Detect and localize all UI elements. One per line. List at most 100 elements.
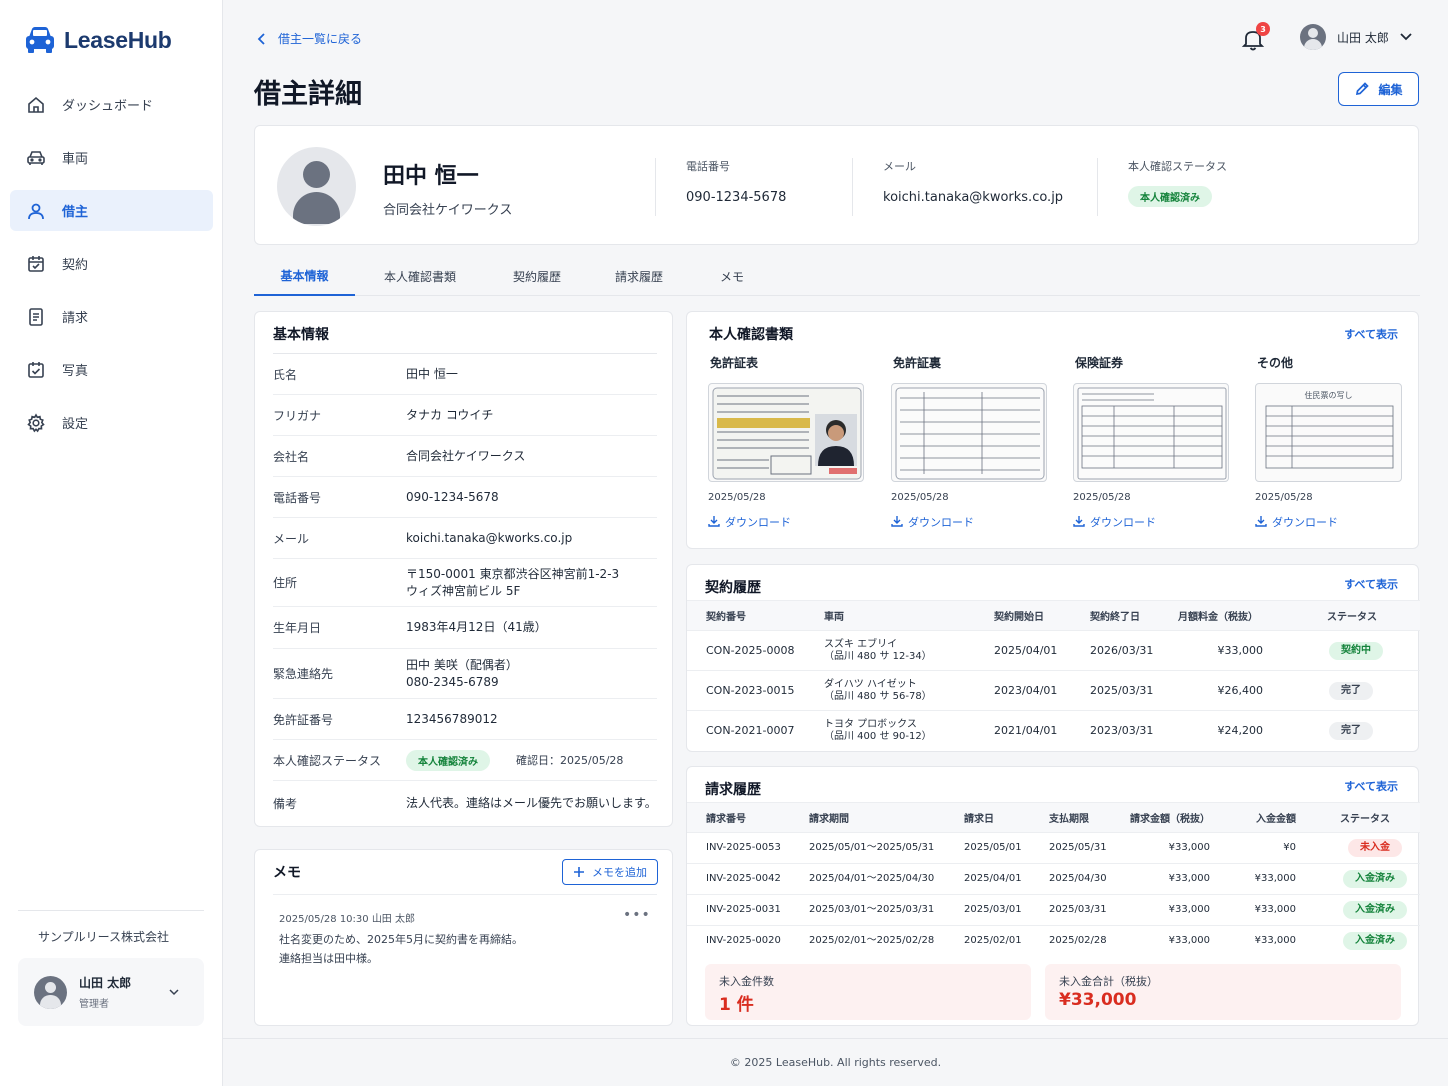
- column-header: ステータス: [1310, 802, 1420, 833]
- info-value: ウィズ神宮前ビル 5F: [406, 583, 521, 598]
- phone-label: 電話番号: [686, 160, 730, 173]
- download-link[interactable]: ダウンロード: [1255, 514, 1402, 530]
- sidebar-item-billing[interactable]: 請求: [10, 296, 213, 337]
- info-label: 緊急連絡先: [273, 667, 334, 681]
- see-all-link[interactable]: すべて表示: [1344, 576, 1398, 592]
- table-row[interactable]: CON-2025-0008 スズキ エブリイ （品川 480 サ 12-34） 2…: [687, 630, 1420, 671]
- page-title: 借主詳細: [254, 79, 362, 110]
- column-header: 請求金額（税抜）: [1129, 802, 1224, 833]
- table-row[interactable]: INV-2025-0020 2025/02/01～2025/02/28 2025…: [687, 926, 1420, 957]
- info-label: フリガナ: [273, 408, 322, 423]
- insurance-thumbnail[interactable]: [1073, 383, 1229, 482]
- document-date: 2025/05/28: [1255, 492, 1313, 503]
- table-header-row: 請求番号 請求期間 請求日 支払期限 請求金額（税抜） 入金金額 ステータス: [687, 802, 1420, 833]
- see-all-link[interactable]: すべて表示: [1344, 326, 1398, 342]
- column-header: 支払期限: [1049, 802, 1129, 833]
- see-all-link[interactable]: すべて表示: [1344, 778, 1398, 794]
- info-row: メール koichi.tanaka@kworks.co.jp: [273, 518, 657, 559]
- notification-badge: 3: [1256, 22, 1270, 36]
- sidebar-item-label: ダッシュボード: [62, 99, 154, 114]
- sidebar-item-dashboard[interactable]: ダッシュボード: [10, 84, 213, 125]
- status-badge: 完了: [1329, 721, 1373, 740]
- info-label: 氏名: [273, 367, 298, 382]
- info-label: 免許証番号: [273, 712, 334, 727]
- info-row: 電話番号 090-1234-5678: [273, 477, 657, 518]
- back-link[interactable]: 借主一覧に戻る: [256, 30, 362, 47]
- invoice-icon: [26, 307, 46, 327]
- end-date: 2026/03/31: [1090, 630, 1178, 671]
- notification-button[interactable]: 3: [1240, 22, 1270, 52]
- email-label: メール: [883, 160, 916, 173]
- info-value: タナカ コウイチ: [406, 407, 494, 422]
- column-header: 車両: [824, 600, 994, 631]
- sidebar-item-label: 写真: [62, 364, 89, 379]
- vehicle-name: ダイハツ ハイゼット: [824, 678, 917, 690]
- sidebar-user-name: 山田 太郎: [79, 976, 132, 990]
- license-front-thumbnail[interactable]: [708, 383, 864, 482]
- sidebar-item-label: 車両: [62, 152, 89, 167]
- unpaid-total-summary: 未入金合計（税抜） ¥33,000: [1045, 964, 1401, 1020]
- other-document-thumbnail[interactable]: 住民票の写し: [1255, 383, 1402, 482]
- section-title: 本人確認書類: [709, 327, 793, 343]
- download-icon: [891, 516, 903, 527]
- tab-contract-history[interactable]: 契約履歴: [497, 256, 577, 296]
- table-row[interactable]: INV-2025-0053 2025/05/01～2025/05/31 2025…: [687, 832, 1420, 864]
- profile-email: メール koichi.tanaka@kworks.co.jp: [852, 158, 1096, 216]
- contract-id: CON-2025-0008: [687, 630, 824, 671]
- document-title: 保険証券: [1075, 356, 1124, 370]
- download-link[interactable]: ダウンロード: [1073, 514, 1229, 530]
- document-date: 2025/05/28: [1073, 492, 1131, 503]
- table-row[interactable]: CON-2021-0007 トヨタ プロボックス （品川 400 せ 90-12）…: [687, 711, 1420, 751]
- info-value: 1983年4月12日（41歳）: [406, 620, 547, 634]
- photo-check-icon: [26, 360, 46, 380]
- sidebar-user-menu[interactable]: 山田 太郎 管理者: [18, 958, 204, 1026]
- document-title: 免許証表: [710, 356, 759, 370]
- profile-status: 本人確認ステータス 本人確認済み: [1097, 158, 1337, 216]
- info-label: 住所: [273, 576, 298, 590]
- user-menu[interactable]: 山田 太郎: [1300, 24, 1413, 50]
- license-back-thumbnail[interactable]: [891, 383, 1047, 482]
- sidebar-item-borrowers[interactable]: 借主: [10, 190, 213, 231]
- column-header: ステータス: [1291, 600, 1420, 631]
- info-label: 会社名: [273, 449, 310, 464]
- download-link[interactable]: ダウンロード: [708, 514, 864, 530]
- tab-billing-history[interactable]: 請求履歴: [599, 256, 679, 296]
- sidebar-item-contracts[interactable]: 契約: [10, 243, 213, 284]
- status-badge: 本人確認済み: [406, 749, 490, 771]
- tab-memo[interactable]: メモ: [707, 256, 757, 296]
- status-badge: 入金済み: [1343, 932, 1407, 951]
- monthly-fee: ¥33,000: [1178, 630, 1291, 671]
- info-label: 本人確認ステータス: [273, 753, 382, 768]
- info-row: 緊急連絡先 田中 美咲（配偶者） 080-2345-6789: [273, 649, 657, 699]
- billing-date: 2025/05/01: [964, 832, 1049, 864]
- document-item: 免許証裏 2025/05/28 ダウンロード: [891, 354, 1047, 530]
- download-link[interactable]: ダウンロード: [891, 514, 1047, 530]
- more-options-icon[interactable]: •••: [623, 907, 651, 923]
- end-date: 2025/03/31: [1090, 670, 1178, 711]
- logo[interactable]: LeaseHub: [24, 24, 172, 56]
- table-row[interactable]: INV-2025-0042 2025/04/01～2025/04/30 2025…: [687, 863, 1420, 895]
- column-header: 契約終了日: [1090, 600, 1178, 631]
- verified-date: 確認日：2025/05/28: [516, 754, 624, 767]
- status-badge: 完了: [1329, 681, 1373, 700]
- status-badge: 未入金: [1348, 839, 1402, 857]
- paid-amount: ¥0: [1224, 832, 1310, 864]
- table-row[interactable]: CON-2023-0015 ダイハツ ハイゼット （品川 480 サ 56-78）…: [687, 670, 1420, 711]
- summary-label: 未入金件数: [719, 975, 774, 988]
- download-label: ダウンロード: [1272, 516, 1338, 529]
- section-title: 契約履歴: [705, 580, 761, 596]
- user-name: 山田 太郎: [1337, 30, 1389, 45]
- sidebar-item-settings[interactable]: 設定: [10, 402, 213, 443]
- basic-info-list: 氏名 田中 恒一 フリガナ タナカ コウイチ 会社名 合同会社ケイワークス 電話番号 0…: [273, 353, 657, 825]
- summary-label: 未入金合計（税抜）: [1059, 975, 1158, 988]
- sidebar-item-vehicles[interactable]: 車両: [10, 137, 213, 178]
- tab-id-documents[interactable]: 本人確認書類: [368, 256, 472, 296]
- table-row[interactable]: INV-2025-0031 2025/03/01～2025/03/31 2025…: [687, 894, 1420, 926]
- edit-button[interactable]: 編集: [1338, 72, 1419, 106]
- info-value: 123456789012: [406, 711, 498, 726]
- add-memo-button[interactable]: メモを追加: [562, 859, 658, 885]
- sidebar-item-photos[interactable]: 写真: [10, 349, 213, 390]
- car-logo-icon: [26, 27, 54, 53]
- tab-basic-info[interactable]: 基本情報: [254, 256, 355, 296]
- sidebar-item-label: 設定: [62, 417, 89, 432]
